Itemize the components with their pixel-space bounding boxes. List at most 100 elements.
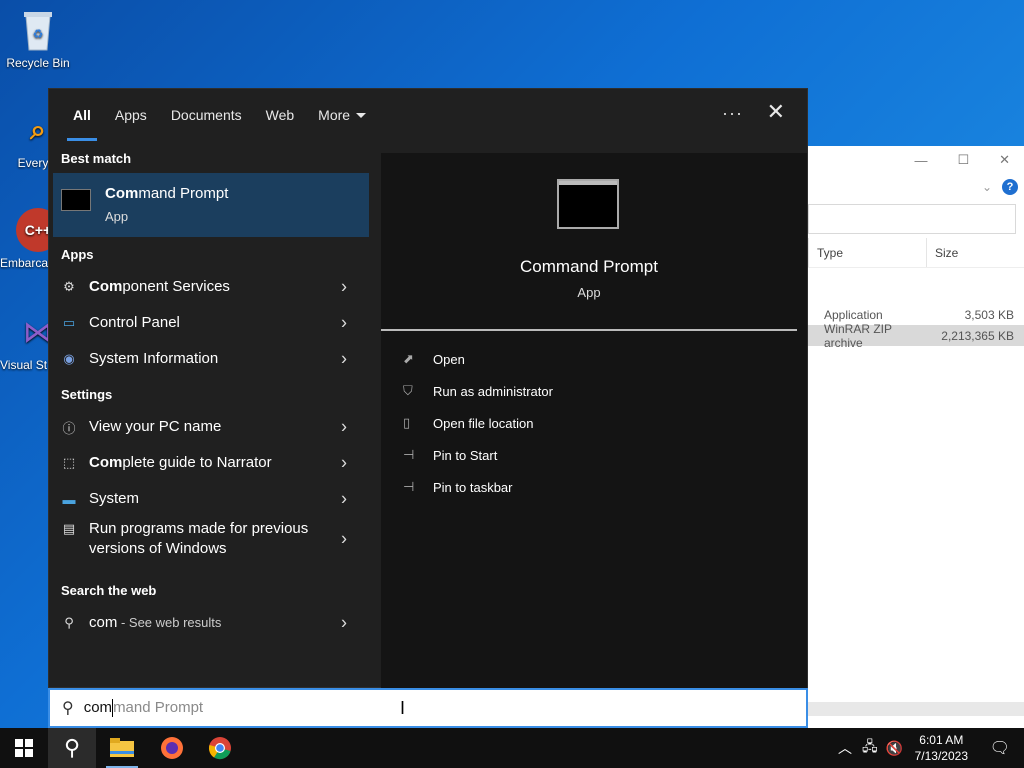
tab-web[interactable]: Web (254, 89, 307, 141)
action-open[interactable]: ⬈ Open (403, 347, 465, 371)
ibeam-cursor-icon: I (400, 698, 406, 718)
horizontal-scrollbar[interactable] (808, 702, 1024, 716)
chevron-right-icon[interactable]: › (341, 417, 347, 438)
taskbar-search-button[interactable]: ⚲ (48, 728, 96, 768)
pin-icon: ⊣ (403, 447, 415, 462)
open-icon: ⬈ (403, 351, 414, 366)
compatibility-icon: ▤ (62, 521, 76, 536)
result-label: Control Panel (89, 314, 180, 331)
result-view-pc-name[interactable]: ⓘ View your PC name › (53, 409, 369, 445)
action-label: Open file location (433, 415, 534, 431)
tab-apps[interactable]: Apps (103, 89, 159, 141)
chevron-down-icon[interactable]: ⌄ (982, 180, 992, 194)
action-label: Run as administrator (433, 383, 553, 399)
search-icon: ⚲ (63, 735, 81, 760)
section-apps: Apps (61, 247, 94, 262)
svg-text:♻: ♻ (33, 27, 44, 41)
result-system[interactable]: ▬ System › (53, 481, 369, 517)
result-compatibility[interactable]: ▤ Run programs made for previous version… (53, 517, 369, 561)
chrome-icon (208, 737, 231, 760)
explorer-search-field[interactable] (808, 204, 1016, 234)
action-pin-to-start[interactable]: ⊣ Pin to Start (403, 443, 497, 467)
best-match-name: Command Prompt (105, 185, 229, 202)
command-prompt-icon (61, 189, 91, 211)
recycle-bin-icon: ♻ (16, 8, 60, 52)
notification-icon[interactable]: 🗨 (990, 738, 1010, 758)
chevron-down-icon (356, 112, 367, 118)
chevron-right-icon[interactable]: › (341, 529, 347, 550)
chevron-right-icon[interactable]: › (341, 613, 347, 634)
section-search-web: Search the web (61, 583, 157, 598)
action-run-as-administrator[interactable]: ⛉ Run as administrator (403, 379, 553, 403)
search-tabs: All Apps Documents Web More ··· ✕ (49, 89, 807, 141)
start-search-panel: All Apps Documents Web More ··· ✕ Best m… (48, 88, 808, 689)
control-panel-icon: ▭ (62, 315, 76, 330)
desktop-icon-recycle-bin[interactable]: ♻ Recycle Bin (0, 8, 76, 70)
close-icon[interactable]: ✕ (767, 99, 785, 125)
result-label: Run programs made for previous versions … (89, 520, 309, 557)
preview-divider (381, 329, 797, 331)
monitor-icon: ▬ (62, 491, 76, 507)
chevron-right-icon[interactable]: › (341, 313, 347, 334)
chevron-up-icon[interactable]: ︿ (838, 738, 852, 758)
tab-documents[interactable]: Documents (159, 89, 254, 141)
preview-name: Command Prompt (520, 257, 658, 276)
chevron-right-icon[interactable]: › (341, 277, 347, 298)
taskbar: ⚲ ︿ 🖧 🔇 6:01 AM 7/13/2023 🗨 (0, 728, 1024, 768)
explorer-ribbon-row: ⌄ ? (808, 174, 1024, 200)
result-web-search[interactable]: ⚲ com - See web results › (53, 605, 369, 641)
help-icon[interactable]: ? (1002, 179, 1018, 195)
search-input[interactable]: ⚲ command Prompt I (48, 688, 808, 728)
best-match-type: App (105, 209, 129, 224)
best-match-command-prompt[interactable]: Command Prompt App (53, 173, 369, 237)
taskbar-clock[interactable]: 6:01 AM 7/13/2023 (915, 732, 968, 764)
firefox-icon (161, 737, 183, 759)
more-options-icon[interactable]: ··· (722, 103, 743, 124)
minimize-icon[interactable]: — (914, 153, 927, 168)
column-size[interactable]: Size (926, 238, 1014, 267)
clock-time: 6:01 AM (919, 733, 964, 747)
result-component-services[interactable]: ⚙ Component Services › (53, 269, 369, 305)
action-pin-to-taskbar[interactable]: ⊣ Pin to taskbar (403, 475, 513, 499)
file-row[interactable]: WinRAR ZIP archive 2,213,365 KB (808, 322, 1024, 350)
preview-pane: Command Prompt App ⬈ Open ⛉ Run as admin… (381, 153, 807, 689)
explorer-titlebar: — ☐ ✕ (808, 146, 1024, 174)
taskbar-firefox[interactable] (148, 728, 196, 768)
file-size: 2,213,365 KB (941, 328, 1014, 343)
windows-logo-icon (15, 739, 33, 757)
result-system-information[interactable]: ◉ System Information › (53, 341, 369, 377)
file-size: 3,503 KB (964, 307, 1014, 322)
clock-date: 7/13/2023 (914, 749, 968, 763)
action-open-file-location[interactable]: ▯ Open file location (403, 411, 533, 435)
taskbar-chrome[interactable] (196, 728, 244, 768)
desktop-icon-label: Recycle Bin (6, 56, 70, 70)
file-type: WinRAR ZIP archive (824, 321, 892, 350)
component-services-icon: ⚙ (63, 279, 75, 294)
file-explorer-window: — ☐ ✕ ⌄ ? Type Size Application 3,503 KB… (808, 146, 1024, 728)
search-icon: ⚲ (62, 700, 74, 717)
taskbar-file-explorer[interactable] (98, 728, 146, 768)
pin-icon: ⊣ (403, 479, 415, 494)
network-icon[interactable]: 🖧 (862, 736, 878, 760)
result-narrator-guide[interactable]: ⬚ Complete guide to Narrator › (53, 445, 369, 481)
result-label: Complete guide to Narrator (89, 454, 272, 471)
file-location-icon: ▯ (403, 415, 411, 430)
chevron-right-icon[interactable]: › (341, 489, 347, 510)
tab-all[interactable]: All (61, 89, 103, 141)
chevron-right-icon[interactable]: › (341, 453, 347, 474)
close-icon[interactable]: ✕ (999, 152, 1010, 168)
volume-muted-icon[interactable]: 🔇 (886, 740, 903, 757)
narrator-icon: ⬚ (62, 455, 76, 470)
start-button[interactable] (0, 728, 48, 768)
maximize-icon[interactable]: ☐ (957, 152, 969, 168)
system-tray: ︿ 🖧 🔇 (838, 728, 903, 768)
tab-more[interactable]: More (306, 89, 378, 141)
file-type: Application (824, 307, 883, 322)
chevron-right-icon[interactable]: › (341, 349, 347, 370)
results-list: Best match Command Prompt App Apps ⚙ Com… (49, 149, 379, 689)
column-type[interactable]: Type (808, 238, 926, 267)
action-label: Open (433, 351, 465, 367)
section-best-match: Best match (61, 151, 132, 166)
result-control-panel[interactable]: ▭ Control Panel › (53, 305, 369, 341)
search-icon: ⚲ (64, 615, 74, 630)
